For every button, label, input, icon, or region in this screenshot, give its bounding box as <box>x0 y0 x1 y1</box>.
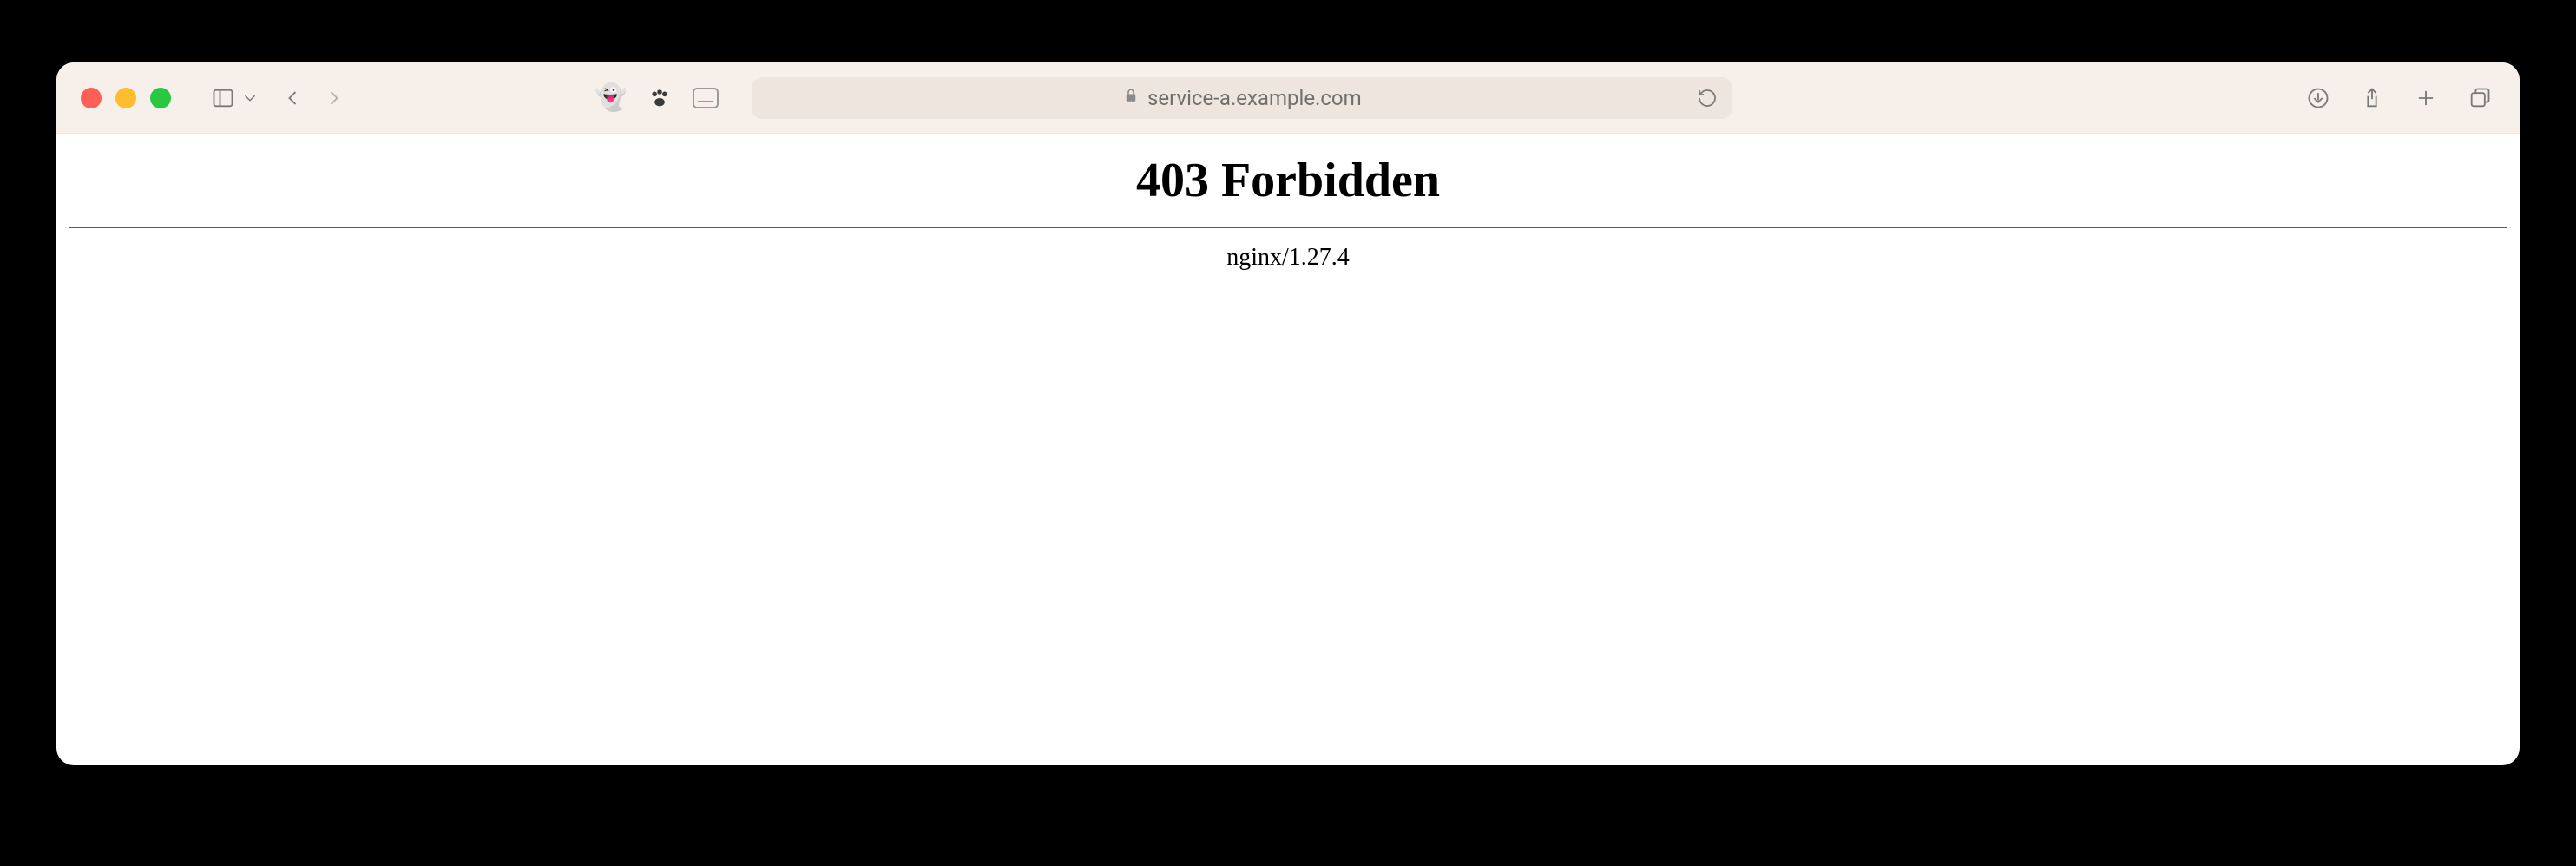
browser-toolbar: 👻 service-a.example.com <box>56 62 2520 134</box>
lock-icon <box>1123 86 1139 110</box>
toolbar-right-group <box>2303 81 2495 115</box>
tab-overview-button[interactable] <box>2464 81 2495 115</box>
ghost-extension-icon[interactable]: 👻 <box>595 85 627 111</box>
sidebar-toggle-button[interactable] <box>206 81 240 115</box>
extension-icons: 👻 <box>595 81 719 115</box>
tab-groups-dropdown[interactable] <box>240 81 260 115</box>
toolbar-left-group <box>206 81 352 115</box>
error-heading: 403 Forbidden <box>56 153 2520 208</box>
browser-window: 👻 service-a.example.com <box>56 62 2520 765</box>
window-minimize-button[interactable] <box>115 88 136 108</box>
reader-extension-icon[interactable] <box>693 88 719 108</box>
address-bar[interactable]: service-a.example.com <box>752 77 1732 119</box>
back-button[interactable] <box>275 81 310 115</box>
address-bar-content: service-a.example.com <box>1123 86 1362 110</box>
window-maximize-button[interactable] <box>150 88 171 108</box>
paw-extension-icon[interactable] <box>642 81 677 115</box>
address-bar-host: service-a.example.com <box>1147 86 1362 110</box>
new-tab-button[interactable] <box>2410 81 2441 115</box>
divider <box>69 227 2507 228</box>
reload-button[interactable] <box>1694 85 1720 111</box>
window-controls <box>81 88 171 108</box>
forward-button[interactable] <box>317 81 352 115</box>
page-content: 403 Forbidden nginx/1.27.4 <box>56 134 2520 272</box>
window-close-button[interactable] <box>81 88 102 108</box>
server-signature: nginx/1.27.4 <box>56 244 2520 272</box>
share-button[interactable] <box>2356 81 2388 115</box>
downloads-button[interactable] <box>2303 81 2334 115</box>
